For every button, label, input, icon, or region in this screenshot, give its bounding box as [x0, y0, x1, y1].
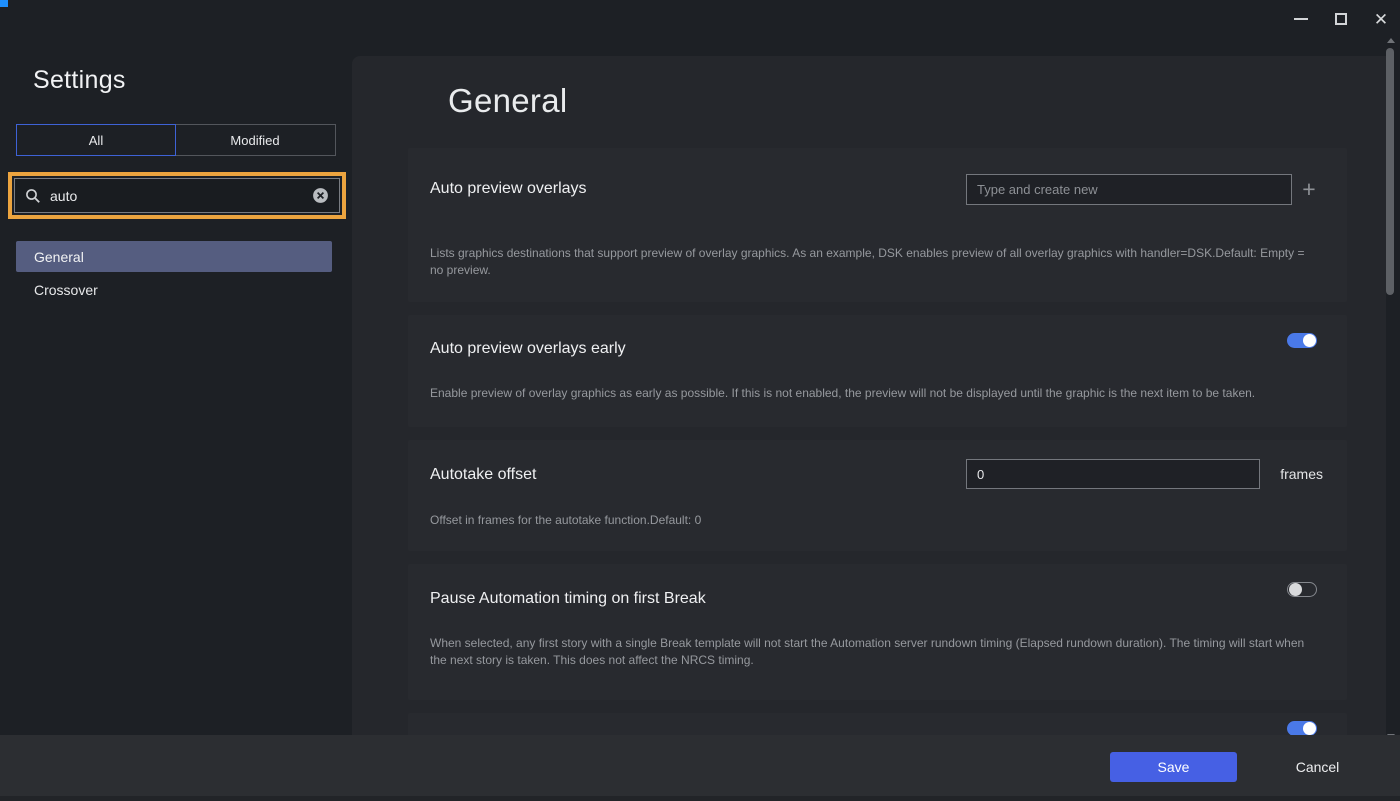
- footer-bar: Save Cancel: [0, 735, 1400, 801]
- tab-modified[interactable]: Modified: [175, 125, 335, 155]
- maximize-button[interactable]: [1328, 6, 1354, 32]
- setting-card-auto-preview-overlays: Auto preview overlays + Lists graphics d…: [408, 148, 1347, 302]
- search-box[interactable]: [14, 178, 340, 213]
- window-controls: ✕: [1288, 6, 1394, 32]
- unit-label: frames: [1280, 466, 1323, 482]
- sidebar-title: Settings: [33, 66, 126, 95]
- tab-modified-label: Modified: [230, 133, 279, 148]
- cancel-button[interactable]: Cancel: [1275, 752, 1360, 782]
- settings-nav: General Crossover: [16, 241, 332, 307]
- toggle-pause-automation-timing[interactable]: [1287, 582, 1317, 597]
- autotake-offset-input[interactable]: [966, 459, 1260, 489]
- sidebar: Settings All Modified: [0, 0, 352, 735]
- sidebar-item-general[interactable]: General: [16, 241, 332, 272]
- settings-window: ✕ Settings All Modified: [0, 0, 1400, 801]
- search-icon: [25, 188, 41, 204]
- search-input[interactable]: [50, 188, 312, 204]
- sidebar-item-label: Crossover: [34, 282, 98, 298]
- tab-all[interactable]: All: [16, 124, 176, 156]
- save-button[interactable]: Save: [1110, 752, 1237, 782]
- setting-description: When selected, any first story with a si…: [430, 635, 1315, 668]
- toggle-partial-setting[interactable]: [1287, 721, 1317, 736]
- setting-card-pause-automation-timing: Pause Automation timing on first Break W…: [408, 564, 1347, 700]
- minimize-icon: [1294, 18, 1308, 20]
- search-highlight-frame: [8, 172, 346, 219]
- setting-description: Enable preview of overlay graphics as ea…: [430, 385, 1315, 402]
- setting-card-auto-preview-overlays-early: Auto preview overlays early Enable previ…: [408, 315, 1347, 427]
- minimize-button[interactable]: [1288, 6, 1314, 32]
- setting-title: Auto preview overlays: [430, 180, 587, 198]
- maximize-icon: [1335, 13, 1347, 25]
- setting-title: Autotake offset: [430, 466, 536, 484]
- clear-search-icon[interactable]: [312, 187, 329, 204]
- sidebar-item-crossover[interactable]: Crossover: [16, 274, 332, 305]
- toggle-auto-preview-early[interactable]: [1287, 333, 1317, 348]
- settings-content-panel: General Auto preview overlays + Lists gr…: [352, 56, 1386, 801]
- filter-tab-group: All Modified: [16, 124, 336, 156]
- setting-card-autotake-offset: Autotake offset frames Offset in frames …: [408, 440, 1347, 551]
- setting-title: Pause Automation timing on first Break: [430, 590, 706, 608]
- scrollbar[interactable]: [1385, 32, 1397, 745]
- sidebar-item-label: General: [34, 249, 84, 265]
- setting-description: Lists graphics destinations that support…: [430, 245, 1315, 278]
- create-new-input[interactable]: [966, 174, 1292, 205]
- toggle-knob: [1303, 334, 1316, 347]
- settings-card-list: Auto preview overlays + Lists graphics d…: [408, 148, 1347, 773]
- scroll-up-icon[interactable]: [1387, 38, 1395, 43]
- setting-title: Auto preview overlays early: [430, 340, 626, 358]
- toggle-knob: [1289, 583, 1302, 596]
- add-icon[interactable]: +: [1299, 176, 1319, 202]
- toggle-knob: [1303, 722, 1316, 735]
- page-title: General: [448, 82, 568, 120]
- close-icon: ✕: [1374, 11, 1388, 28]
- close-button[interactable]: ✕: [1368, 6, 1394, 32]
- scrollbar-thumb[interactable]: [1386, 48, 1394, 295]
- tab-all-label: All: [89, 133, 103, 148]
- setting-description: Offset in frames for the autotake functi…: [430, 512, 1315, 529]
